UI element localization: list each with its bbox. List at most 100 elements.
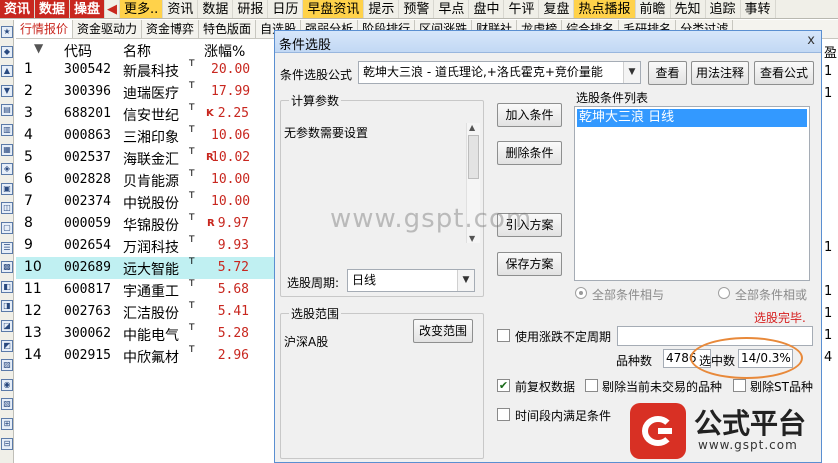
- toolbar-tool-icon[interactable]: ▥: [1, 124, 13, 136]
- toolbar-tool-icon[interactable]: ▼: [1, 84, 13, 97]
- tab-0[interactable]: 行情报价: [16, 20, 74, 38]
- formula-select[interactable]: 乾坤大三浪 - 道氏理论,+洛氏霍克+竞价量能 ▼: [358, 61, 641, 84]
- unfixed-period-checkbox[interactable]: [497, 329, 510, 342]
- table-row[interactable]: 12 002763 汇洁股份 T 5.41: [16, 301, 274, 323]
- topbar-item-10[interactable]: 预警: [399, 0, 435, 18]
- list-item[interactable]: 乾坤大三浪 日线: [577, 109, 807, 127]
- sort-arrow-icon[interactable]: ▼: [34, 41, 43, 55]
- table-row[interactable]: 4 000863 三湘印象 T 10.06: [16, 125, 274, 147]
- table-row[interactable]: 2 300396 迪瑞医疗 T 17.99: [16, 81, 274, 103]
- collapse-arrow-icon[interactable]: ◀: [105, 0, 121, 18]
- add-condition-button[interactable]: 加入条件: [497, 103, 562, 127]
- condition-list[interactable]: 乾坤大三浪 日线: [574, 106, 810, 281]
- scroll-down-icon[interactable]: ▼: [469, 234, 475, 243]
- toolbar-tool-icon[interactable]: ▨: [1, 359, 13, 372]
- scroll-up-icon[interactable]: ▲: [469, 123, 475, 132]
- prev-adjusted-checkbox[interactable]: ✔: [497, 379, 510, 392]
- toolbar-tool-icon[interactable]: ▤: [1, 104, 13, 117]
- topbar-item-16[interactable]: 前瞻: [636, 0, 671, 18]
- toolbar-tool-icon[interactable]: ▢: [1, 222, 13, 234]
- delete-condition-button[interactable]: 删除条件: [497, 141, 562, 165]
- table-row[interactable]: 14 002915 中欣氟材 T 2.96: [16, 345, 274, 367]
- topbar-item-18[interactable]: 追踪: [706, 0, 741, 18]
- topbar-item-8[interactable]: 早盘资讯: [303, 0, 365, 18]
- topbar-item-1[interactable]: 数据: [35, 0, 71, 18]
- header-name[interactable]: 名称: [123, 41, 151, 61]
- scroll-thumb[interactable]: [468, 135, 479, 179]
- chevron-down-icon[interactable]: ▼: [623, 62, 640, 83]
- tab-2[interactable]: 资金博弈: [142, 20, 200, 38]
- header-pct[interactable]: 涨幅%: [204, 41, 245, 61]
- topbar-item-17[interactable]: 先知: [671, 0, 706, 18]
- topbar-item-6[interactable]: 研报: [233, 0, 269, 18]
- table-row[interactable]: 6 002828 贝肯能源 T 10.00: [16, 169, 274, 191]
- close-icon[interactable]: x: [807, 33, 815, 48]
- table-row[interactable]: 8 000059 华锦股份 T R 9.97: [16, 213, 274, 235]
- radio-all-and[interactable]: [575, 287, 587, 299]
- view-button[interactable]: 查看: [648, 61, 687, 85]
- toolbar-tool-icon[interactable]: ⊞: [1, 418, 13, 430]
- toolbar-tool-icon[interactable]: ◫: [1, 202, 13, 215]
- toolbar-tool-icon[interactable]: ◉: [1, 378, 13, 391]
- stock-name: 华锦股份: [123, 218, 179, 234]
- toolbar-tool-icon[interactable]: ▦: [1, 143, 13, 156]
- topbar-item-15[interactable]: 热点播报: [574, 0, 636, 18]
- topbar-item-11[interactable]: 早点: [434, 0, 470, 18]
- stock-name: 宇通重工: [123, 284, 179, 300]
- radio-all-or[interactable]: [718, 287, 730, 299]
- toolbar-tool-icon[interactable]: ◈: [1, 163, 13, 176]
- table-row[interactable]: 10 002689 远大智能 T 5.72: [16, 257, 274, 279]
- toolbar-tool-icon[interactable]: ◩: [1, 339, 13, 352]
- change-range-button[interactable]: 改变范围: [413, 319, 473, 343]
- table-row[interactable]: 13 300062 中能电气 T 5.28: [16, 323, 274, 345]
- topbar-item-2[interactable]: 操盘: [70, 0, 106, 18]
- topbar-item-5[interactable]: 数据: [198, 0, 234, 18]
- table-row[interactable]: 7 002374 中锐股份 T 10.00: [16, 191, 274, 213]
- radio-all-or-label: 全部条件相或: [735, 288, 808, 302]
- topbar-item-13[interactable]: 午评: [504, 0, 540, 18]
- toolbar-tool-icon[interactable]: ▲: [1, 65, 13, 78]
- topbar-item-4[interactable]: 资讯: [163, 0, 199, 18]
- row-index: 7: [24, 193, 33, 209]
- view-formula-button[interactable]: 查看公式: [754, 61, 814, 85]
- table-row[interactable]: 5 002537 海联金汇 T R 10.02: [16, 147, 274, 169]
- toolbar-tool-icon[interactable]: ▩: [1, 261, 13, 274]
- stock-code: 002689: [64, 260, 111, 275]
- logo-name: 公式平台: [694, 407, 807, 440]
- status-text: 选股完毕.: [754, 311, 806, 325]
- topbar-item-7[interactable]: 日历: [268, 0, 304, 18]
- toolbar-tool-icon[interactable]: ▧: [1, 398, 13, 411]
- chevron-down-icon[interactable]: ▼: [457, 270, 474, 291]
- toolbar-tool-icon[interactable]: ◧: [1, 280, 13, 293]
- header-code[interactable]: 代码: [64, 41, 92, 61]
- table-row[interactable]: 9 002654 万润科技 T 9.93: [16, 235, 274, 257]
- count-label: 品种数: [616, 354, 653, 368]
- row-index: 2: [24, 83, 33, 99]
- tab-3[interactable]: 特色版面: [199, 20, 257, 38]
- toolbar-tool-icon[interactable]: ⊟: [1, 437, 13, 450]
- exclude-untraded-checkbox[interactable]: [585, 379, 598, 392]
- topbar-item-19[interactable]: 事转: [741, 0, 776, 18]
- toolbar-tool-icon[interactable]: ◪: [1, 320, 13, 332]
- interval-checkbox[interactable]: [497, 408, 510, 421]
- toolbar-tool-icon[interactable]: ◆: [1, 45, 13, 58]
- stock-code: 002654: [64, 238, 111, 253]
- save-scheme-button[interactable]: 保存方案: [497, 252, 562, 276]
- usage-notes-button[interactable]: 用法注释: [691, 61, 749, 85]
- right-partial-cell: 1: [824, 240, 833, 255]
- topbar-item-0[interactable]: 资讯: [0, 0, 36, 18]
- exclude-st-checkbox[interactable]: [733, 379, 746, 392]
- table-row[interactable]: 11 600817 宇通重工 T 5.68: [16, 279, 274, 301]
- toolbar-tool-icon[interactable]: ★: [1, 26, 13, 38]
- topbar-item-12[interactable]: 盘中: [469, 0, 505, 18]
- toolbar-tool-icon[interactable]: ▣: [1, 182, 13, 195]
- period-select[interactable]: 日线 ▼: [347, 269, 475, 292]
- topbar-item-3[interactable]: 更多..: [120, 0, 164, 18]
- table-row[interactable]: 3 688201 信安世纪 T K 2.25: [16, 103, 274, 125]
- tab-1[interactable]: 资金驱动力: [73, 20, 143, 38]
- topbar-item-9[interactable]: 提示: [364, 0, 400, 18]
- topbar-item-14[interactable]: 复盘: [539, 0, 575, 18]
- toolbar-tool-icon[interactable]: ◨: [1, 300, 13, 313]
- table-row[interactable]: 1 300542 新晨科技 T 20.00: [16, 59, 274, 81]
- toolbar-tool-icon[interactable]: ☰: [1, 241, 13, 254]
